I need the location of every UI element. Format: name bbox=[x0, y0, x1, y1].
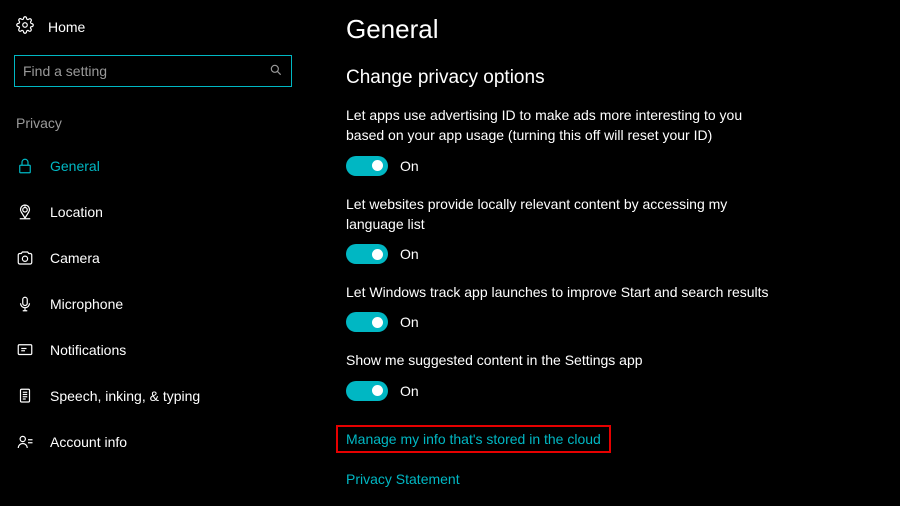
link-privacy-statement[interactable]: Privacy Statement bbox=[346, 471, 870, 487]
option-advertising-id: Let apps use advertising ID to make ads … bbox=[346, 105, 776, 176]
toggle-language-list[interactable] bbox=[346, 244, 388, 264]
link-manage-cloud-info[interactable]: Manage my info that's stored in the clou… bbox=[336, 425, 611, 453]
section-heading: Change privacy options bbox=[346, 67, 870, 89]
sidebar-item-label: Account info bbox=[50, 434, 127, 450]
sidebar-item-label: Speech, inking, & typing bbox=[50, 388, 200, 404]
toggle-knob bbox=[372, 249, 383, 260]
option-desc: Let websites provide locally relevant co… bbox=[346, 194, 776, 235]
search-icon bbox=[269, 63, 283, 80]
home-label: Home bbox=[48, 19, 85, 35]
option-desc: Let apps use advertising ID to make ads … bbox=[346, 105, 776, 146]
toggle-state: On bbox=[400, 383, 419, 399]
gear-icon bbox=[16, 16, 34, 37]
sidebar-item-general[interactable]: General bbox=[14, 143, 310, 189]
sidebar-item-location[interactable]: Location bbox=[14, 189, 310, 235]
account-icon bbox=[16, 433, 34, 451]
main-panel: General Change privacy options Let apps … bbox=[310, 0, 900, 506]
toggle-suggested-content[interactable] bbox=[346, 381, 388, 401]
sidebar-item-label: Notifications bbox=[50, 342, 126, 358]
sidebar-item-label: Camera bbox=[50, 250, 100, 266]
toggle-state: On bbox=[400, 158, 419, 174]
sidebar-item-label: Microphone bbox=[50, 296, 123, 312]
toggle-state: On bbox=[400, 246, 419, 262]
sidebar-item-label: General bbox=[50, 158, 100, 174]
search-input-container[interactable] bbox=[14, 55, 292, 87]
speech-icon bbox=[16, 387, 34, 405]
location-icon bbox=[16, 203, 34, 221]
toggle-state: On bbox=[400, 314, 419, 330]
sidebar-item-notifications[interactable]: Notifications bbox=[14, 327, 310, 373]
lock-icon bbox=[16, 157, 34, 175]
toggle-knob bbox=[372, 160, 383, 171]
microphone-icon bbox=[16, 295, 34, 313]
toggle-knob bbox=[372, 317, 383, 328]
home-nav[interactable]: Home bbox=[14, 16, 310, 37]
sidebar-item-microphone[interactable]: Microphone bbox=[14, 281, 310, 327]
toggle-track-launches[interactable] bbox=[346, 312, 388, 332]
option-suggested-content: Show me suggested content in the Setting… bbox=[346, 350, 776, 400]
camera-icon bbox=[16, 249, 34, 267]
option-track-launches: Let Windows track app launches to improv… bbox=[346, 282, 776, 332]
option-desc: Let Windows track app launches to improv… bbox=[346, 282, 776, 302]
sidebar-item-label: Location bbox=[50, 204, 103, 220]
option-desc: Show me suggested content in the Setting… bbox=[346, 350, 776, 370]
option-language-list: Let websites provide locally relevant co… bbox=[346, 194, 776, 265]
toggle-knob bbox=[372, 385, 383, 396]
notifications-icon bbox=[16, 341, 34, 359]
sidebar-item-account[interactable]: Account info bbox=[14, 419, 310, 465]
search-input[interactable] bbox=[23, 63, 269, 79]
toggle-advertising-id[interactable] bbox=[346, 156, 388, 176]
sidebar-section-title: Privacy bbox=[14, 115, 310, 131]
sidebar-item-speech[interactable]: Speech, inking, & typing bbox=[14, 373, 310, 419]
sidebar: Home Privacy General Location Camera Mic… bbox=[0, 0, 310, 506]
page-title: General bbox=[346, 14, 870, 45]
sidebar-item-camera[interactable]: Camera bbox=[14, 235, 310, 281]
